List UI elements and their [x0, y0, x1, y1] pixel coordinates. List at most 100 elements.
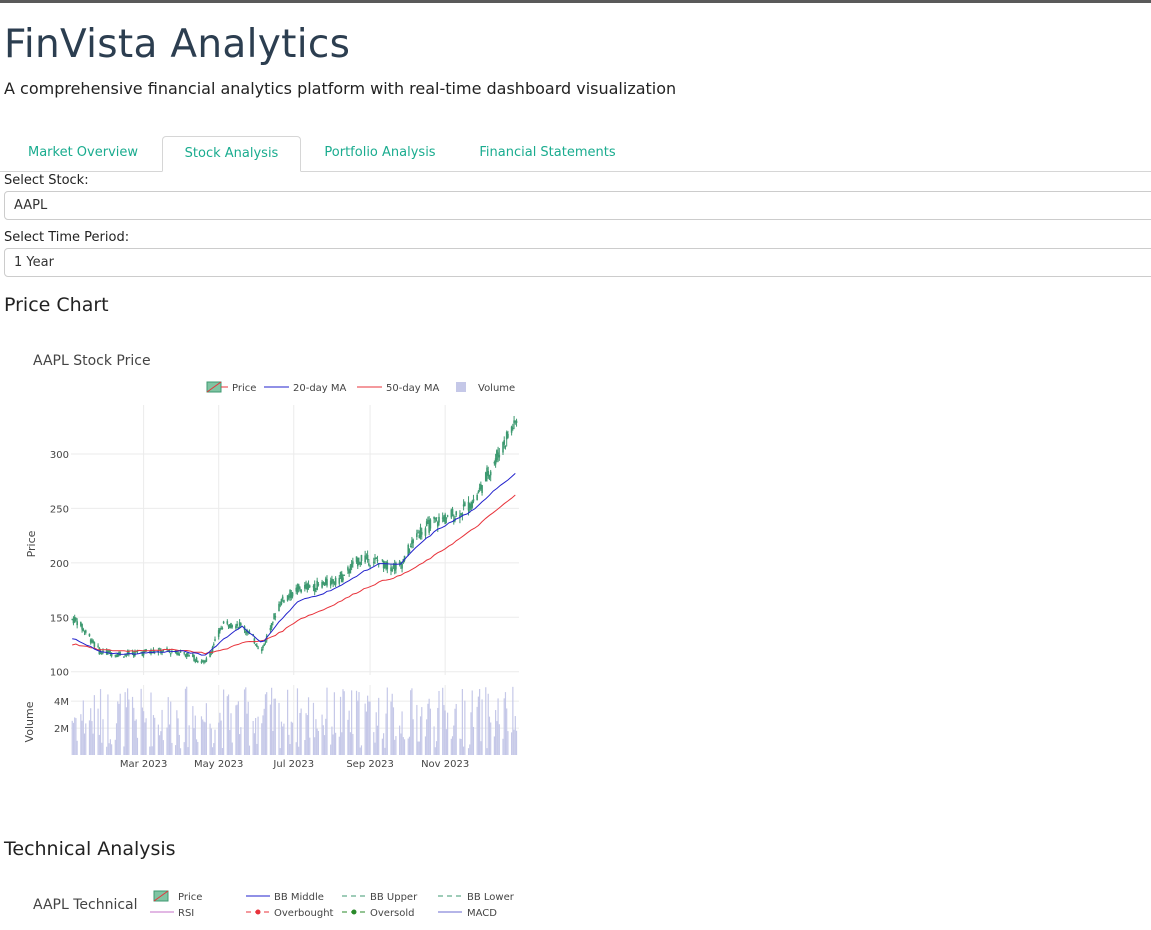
x-tick-label: Sep 2023 — [346, 759, 393, 770]
tech-legend-macd-label: MACD — [467, 908, 497, 919]
candle-body — [76, 621, 78, 626]
x-tick-label: May 2023 — [194, 759, 243, 770]
legend-ma50[interactable]: 50-day MA — [357, 383, 440, 394]
candle-body — [260, 649, 263, 652]
app-title: FinVista Analytics — [4, 22, 351, 67]
y-axis-ticks: 100 150 200 250 300 2M 4M — [50, 450, 69, 735]
candle-body — [240, 623, 242, 626]
candle-body — [369, 565, 371, 567]
candle-body — [338, 577, 341, 584]
price-candles — [71, 415, 518, 665]
tab-market-overview[interactable]: Market Overview — [4, 136, 162, 170]
tab-bar: Market Overview Stock Analysis Portfolio… — [0, 136, 1151, 172]
candle-body — [429, 519, 432, 529]
candle-body — [178, 653, 181, 655]
candle-body — [359, 562, 362, 565]
candle-body — [209, 652, 211, 658]
candle-body — [342, 577, 344, 581]
candle-body — [381, 559, 384, 561]
candle-body — [471, 501, 474, 508]
technical-chart[interactable]: AAPL Technical Analysis Price BB Middle … — [0, 880, 540, 930]
candle-body — [515, 420, 518, 423]
candle-body — [504, 446, 507, 448]
candle-body — [279, 604, 282, 606]
candle-body — [451, 509, 454, 517]
tech-legend-overbought-marker — [255, 909, 261, 915]
legend-ma50-label: 50-day MA — [386, 383, 440, 394]
candle-body — [455, 511, 458, 516]
candle-body — [236, 623, 238, 627]
candle-body — [188, 654, 190, 656]
candle-body — [408, 549, 411, 553]
candle-body — [376, 559, 379, 562]
candle-body — [88, 633, 91, 637]
candle-body — [169, 653, 172, 655]
candle-body — [424, 528, 427, 536]
candle-body — [446, 515, 449, 517]
candle-body — [507, 433, 509, 438]
candle-body — [274, 615, 277, 618]
price-chart-heading: Price Chart — [4, 294, 109, 316]
x-tick-label: Jul 2023 — [272, 759, 314, 770]
candle-body — [438, 516, 440, 523]
candle-body — [221, 628, 224, 630]
volume-tick-label: 4M — [54, 697, 69, 708]
candle-body — [436, 522, 439, 527]
app-subtitle: A comprehensive financial analytics plat… — [4, 79, 677, 98]
stock-select-label: Select Stock: — [4, 173, 89, 188]
candle-body — [503, 440, 506, 445]
price-chart[interactable]: AAPL Stock Price Price 20-day MA 50-day … — [0, 335, 540, 775]
tech-legend-bb-upper-label: BB Upper — [370, 892, 418, 903]
x-tick-label: Mar 2023 — [120, 759, 168, 770]
candle-body — [316, 580, 318, 590]
candle-body — [409, 545, 412, 547]
candle-body — [123, 656, 125, 658]
candle-body — [360, 554, 363, 562]
tab-financial-statements[interactable]: Financial Statements — [460, 136, 635, 170]
legend-volume-swatch — [456, 382, 466, 392]
candle-body — [257, 647, 259, 649]
grid — [71, 405, 519, 755]
candle-body — [283, 600, 285, 603]
candle-body — [183, 652, 186, 654]
tech-legend-bb-middle-label: BB Middle — [274, 892, 324, 903]
candle-body — [412, 539, 414, 544]
candle-body — [286, 595, 289, 601]
candle-body — [131, 652, 134, 654]
candle-body — [434, 518, 437, 520]
candle-body — [300, 589, 302, 593]
candle-body — [308, 585, 311, 587]
tab-stock-analysis[interactable]: Stock Analysis — [162, 136, 301, 172]
candle-body — [262, 645, 264, 648]
candle-body — [214, 639, 216, 641]
candle-body — [364, 555, 366, 563]
candle-body — [264, 641, 267, 643]
candle-body — [299, 587, 301, 589]
stock-dropdown[interactable]: AAPL — [4, 191, 1151, 220]
candle-body — [226, 621, 229, 624]
candle-body — [73, 616, 76, 623]
candle-body — [352, 561, 354, 565]
candle-body — [97, 645, 99, 647]
candle-body — [75, 617, 77, 620]
candle-body — [205, 658, 208, 662]
chart-legend[interactable]: Price 20-day MA 50-day MA Volume — [206, 381, 515, 394]
tech-legend-rsi-label: RSI — [178, 908, 194, 919]
y-axis-title-price: Price — [25, 530, 38, 557]
period-dropdown[interactable]: 1 Year — [4, 248, 1151, 277]
candle-body — [217, 630, 220, 637]
candle-body — [386, 562, 389, 570]
legend-ma20[interactable]: 20-day MA — [264, 383, 347, 394]
candle-body — [291, 592, 294, 597]
tech-legend-price[interactable]: Price — [153, 890, 202, 903]
tab-portfolio-analysis[interactable]: Portfolio Analysis — [300, 136, 460, 170]
legend-volume[interactable]: Volume — [456, 382, 515, 394]
legend-price[interactable]: Price — [206, 381, 256, 394]
tech-legend-bb-lower-label: BB Lower — [467, 892, 515, 903]
y-tick-label: 100 — [50, 668, 69, 679]
volume-bars — [71, 686, 518, 755]
candle-body — [420, 531, 423, 535]
candle-body — [100, 653, 103, 655]
candle-body — [263, 643, 266, 646]
candle-body — [235, 625, 237, 629]
